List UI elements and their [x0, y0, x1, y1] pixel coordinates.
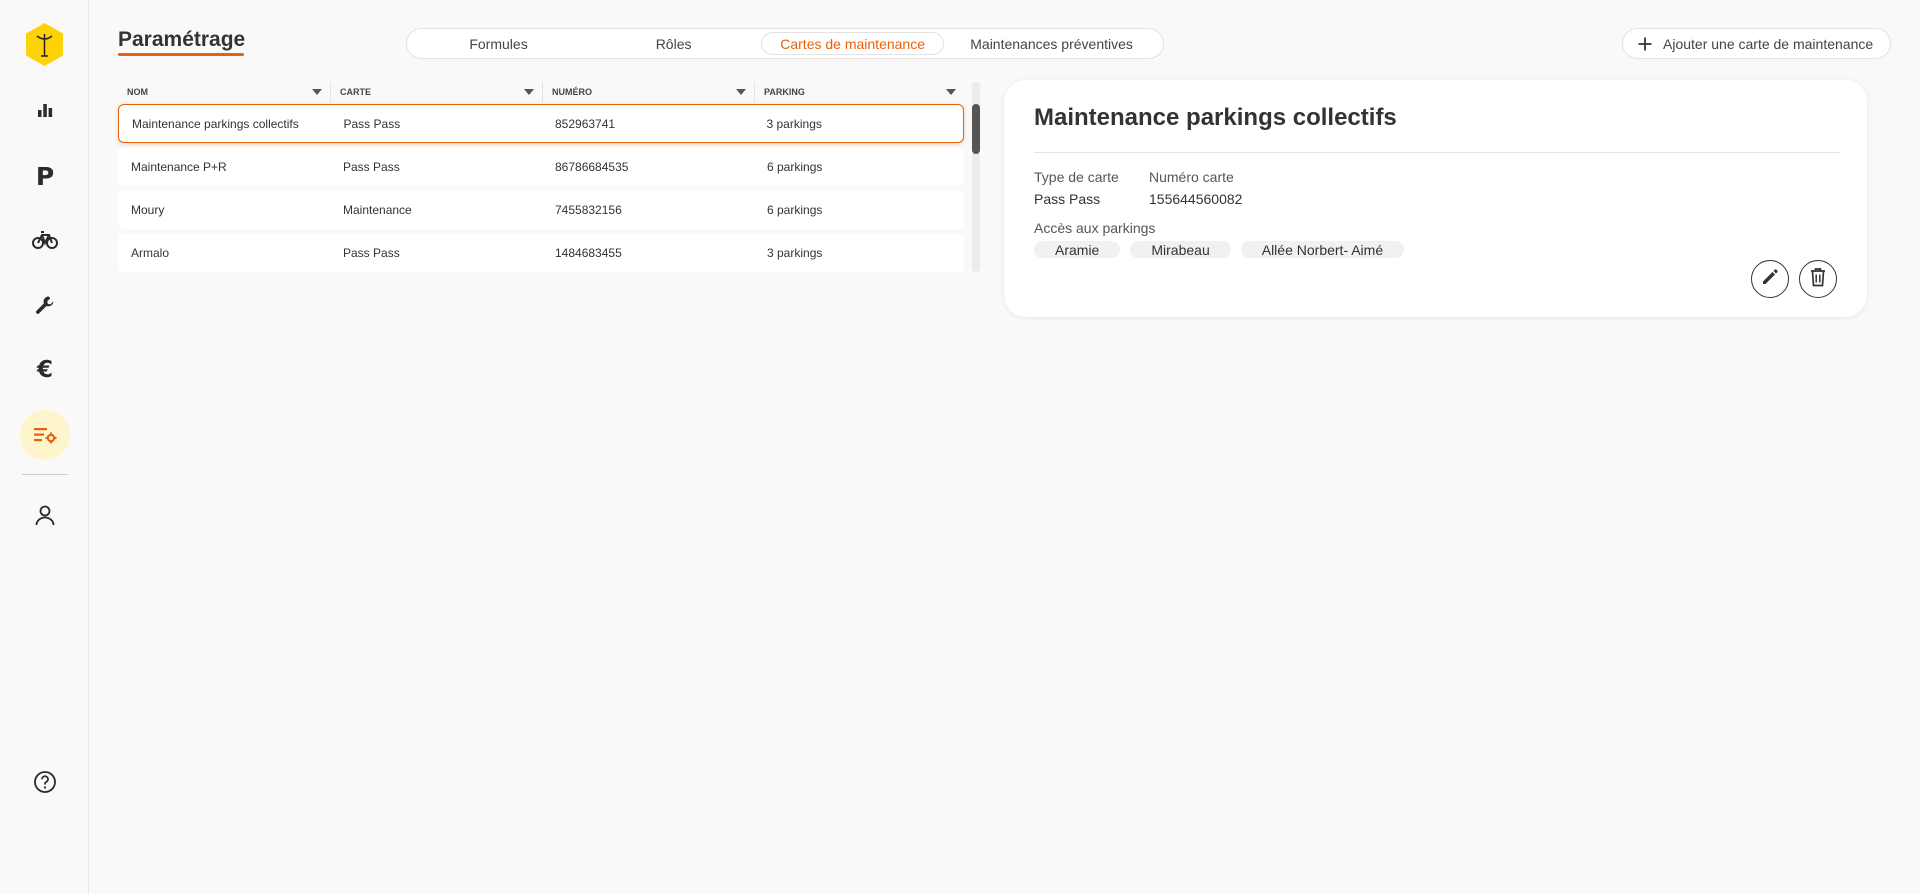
- parking-chip: Aramie: [1034, 241, 1121, 258]
- column-header-carte[interactable]: CARTE: [330, 82, 542, 102]
- cell-nom: Moury: [131, 202, 165, 217]
- sidebar-divider: [22, 474, 68, 475]
- page-title: Paramétrage: [118, 28, 246, 51]
- table-row[interactable]: Moury Maintenance 7455832156 6 parkings: [118, 190, 964, 229]
- sidebar-item-help[interactable]: [20, 757, 70, 807]
- card-type-label: Type de carte: [1034, 169, 1119, 185]
- parkings-access-label: Accès aux parkings: [1034, 220, 1156, 236]
- column-header-parking[interactable]: PARKING: [754, 82, 964, 102]
- sidebar-item-maintenance[interactable]: [20, 280, 70, 330]
- trash-icon: [1808, 266, 1828, 293]
- sidebar-item-account[interactable]: [20, 490, 70, 540]
- settings-list-icon: [33, 426, 57, 444]
- tab-maintenances-preventives[interactable]: Maintenances préventives: [944, 32, 1159, 55]
- maintenance-card-detail: Maintenance parkings collectifs Type de …: [1004, 80, 1867, 317]
- tab-roles[interactable]: Rôles: [586, 32, 761, 55]
- card-type-value: Pass Pass: [1034, 191, 1101, 207]
- cell-parking: 3 parkings: [766, 116, 822, 131]
- user-icon: [34, 504, 56, 526]
- sidebar: P €: [0, 0, 89, 894]
- cell-parking: 6 parkings: [767, 202, 823, 217]
- plus-icon: [1637, 36, 1653, 52]
- settings-tabs: Formules Rôles Cartes de maintenance Mai…: [406, 28, 1164, 59]
- help-icon: [33, 770, 57, 794]
- cell-nom: Maintenance P+R: [131, 159, 227, 174]
- cell-numero: 86786684535: [555, 159, 629, 174]
- column-header-numero[interactable]: NUMÉRO: [542, 82, 754, 102]
- delete-button[interactable]: [1799, 260, 1837, 298]
- card-number-value: 155644560082: [1149, 191, 1243, 207]
- table-scrollbar[interactable]: [972, 82, 980, 272]
- tab-formules[interactable]: Formules: [411, 32, 586, 55]
- page-title-underline: [118, 53, 244, 56]
- add-maintenance-card-button[interactable]: Ajouter une carte de maintenance: [1622, 28, 1891, 59]
- cell-carte: Maintenance: [343, 202, 412, 217]
- cell-numero: 7455832156: [555, 202, 622, 217]
- edit-button[interactable]: [1751, 260, 1789, 298]
- table-header: NOM CARTE NUMÉRO PARKING: [118, 82, 964, 102]
- table-row[interactable]: Maintenance parkings collectifs Pass Pas…: [118, 104, 964, 143]
- cell-parking: 3 parkings: [767, 245, 823, 260]
- bicycle-icon: [32, 230, 58, 250]
- pencil-icon: [1760, 267, 1780, 292]
- euro-icon: €: [36, 357, 53, 383]
- tab-cartes-de-maintenance[interactable]: Cartes de maintenance: [761, 32, 945, 55]
- app-logo-icon[interactable]: [24, 22, 65, 67]
- cell-numero: 1484683455: [555, 245, 622, 260]
- column-header-nom[interactable]: NOM: [118, 82, 330, 102]
- wrench-icon: [34, 294, 56, 316]
- cell-carte: Pass Pass: [343, 159, 400, 174]
- table-row[interactable]: Maintenance P+R Pass Pass 86786684535 6 …: [118, 147, 964, 186]
- cell-nom: Armalo: [131, 245, 170, 260]
- sort-caret-icon[interactable]: [312, 89, 322, 95]
- detail-title: Maintenance parkings collectifs: [1034, 104, 1397, 131]
- cell-carte: Pass Pass: [343, 245, 400, 260]
- maintenance-cards-table: NOM CARTE NUMÉRO PARKING Maintenance par…: [118, 82, 964, 272]
- sidebar-item-parkings[interactable]: P: [20, 151, 70, 201]
- sidebar-item-settings[interactable]: [20, 410, 70, 460]
- parking-icon: P: [35, 161, 55, 191]
- card-number-label: Numéro carte: [1149, 169, 1234, 185]
- sort-caret-icon[interactable]: [736, 89, 746, 95]
- bar-chart-icon: [36, 101, 54, 119]
- cell-carte: Pass Pass: [343, 116, 401, 131]
- sort-caret-icon[interactable]: [524, 89, 534, 95]
- parking-chip: Allée Norbert- Aimé: [1240, 241, 1405, 258]
- table-row[interactable]: Armalo Pass Pass 1484683455 3 parkings: [118, 233, 964, 272]
- sidebar-item-billing[interactable]: €: [20, 345, 70, 395]
- sidebar-item-bikes[interactable]: [20, 215, 70, 265]
- cell-numero: 852963741: [555, 116, 616, 131]
- cell-nom: Maintenance parkings collectifs: [132, 116, 299, 131]
- add-maintenance-card-label: Ajouter une carte de maintenance: [1663, 35, 1874, 52]
- sidebar-item-dashboard[interactable]: [20, 85, 70, 135]
- cell-parking: 6 parkings: [767, 159, 823, 174]
- sort-caret-icon[interactable]: [946, 89, 956, 95]
- parking-chips: Aramie Mirabeau Allée Norbert- Aimé: [1034, 241, 1405, 258]
- table-scrollbar-thumb[interactable]: [972, 104, 980, 154]
- detail-divider: [1034, 152, 1840, 153]
- parking-chip: Mirabeau: [1130, 241, 1231, 258]
